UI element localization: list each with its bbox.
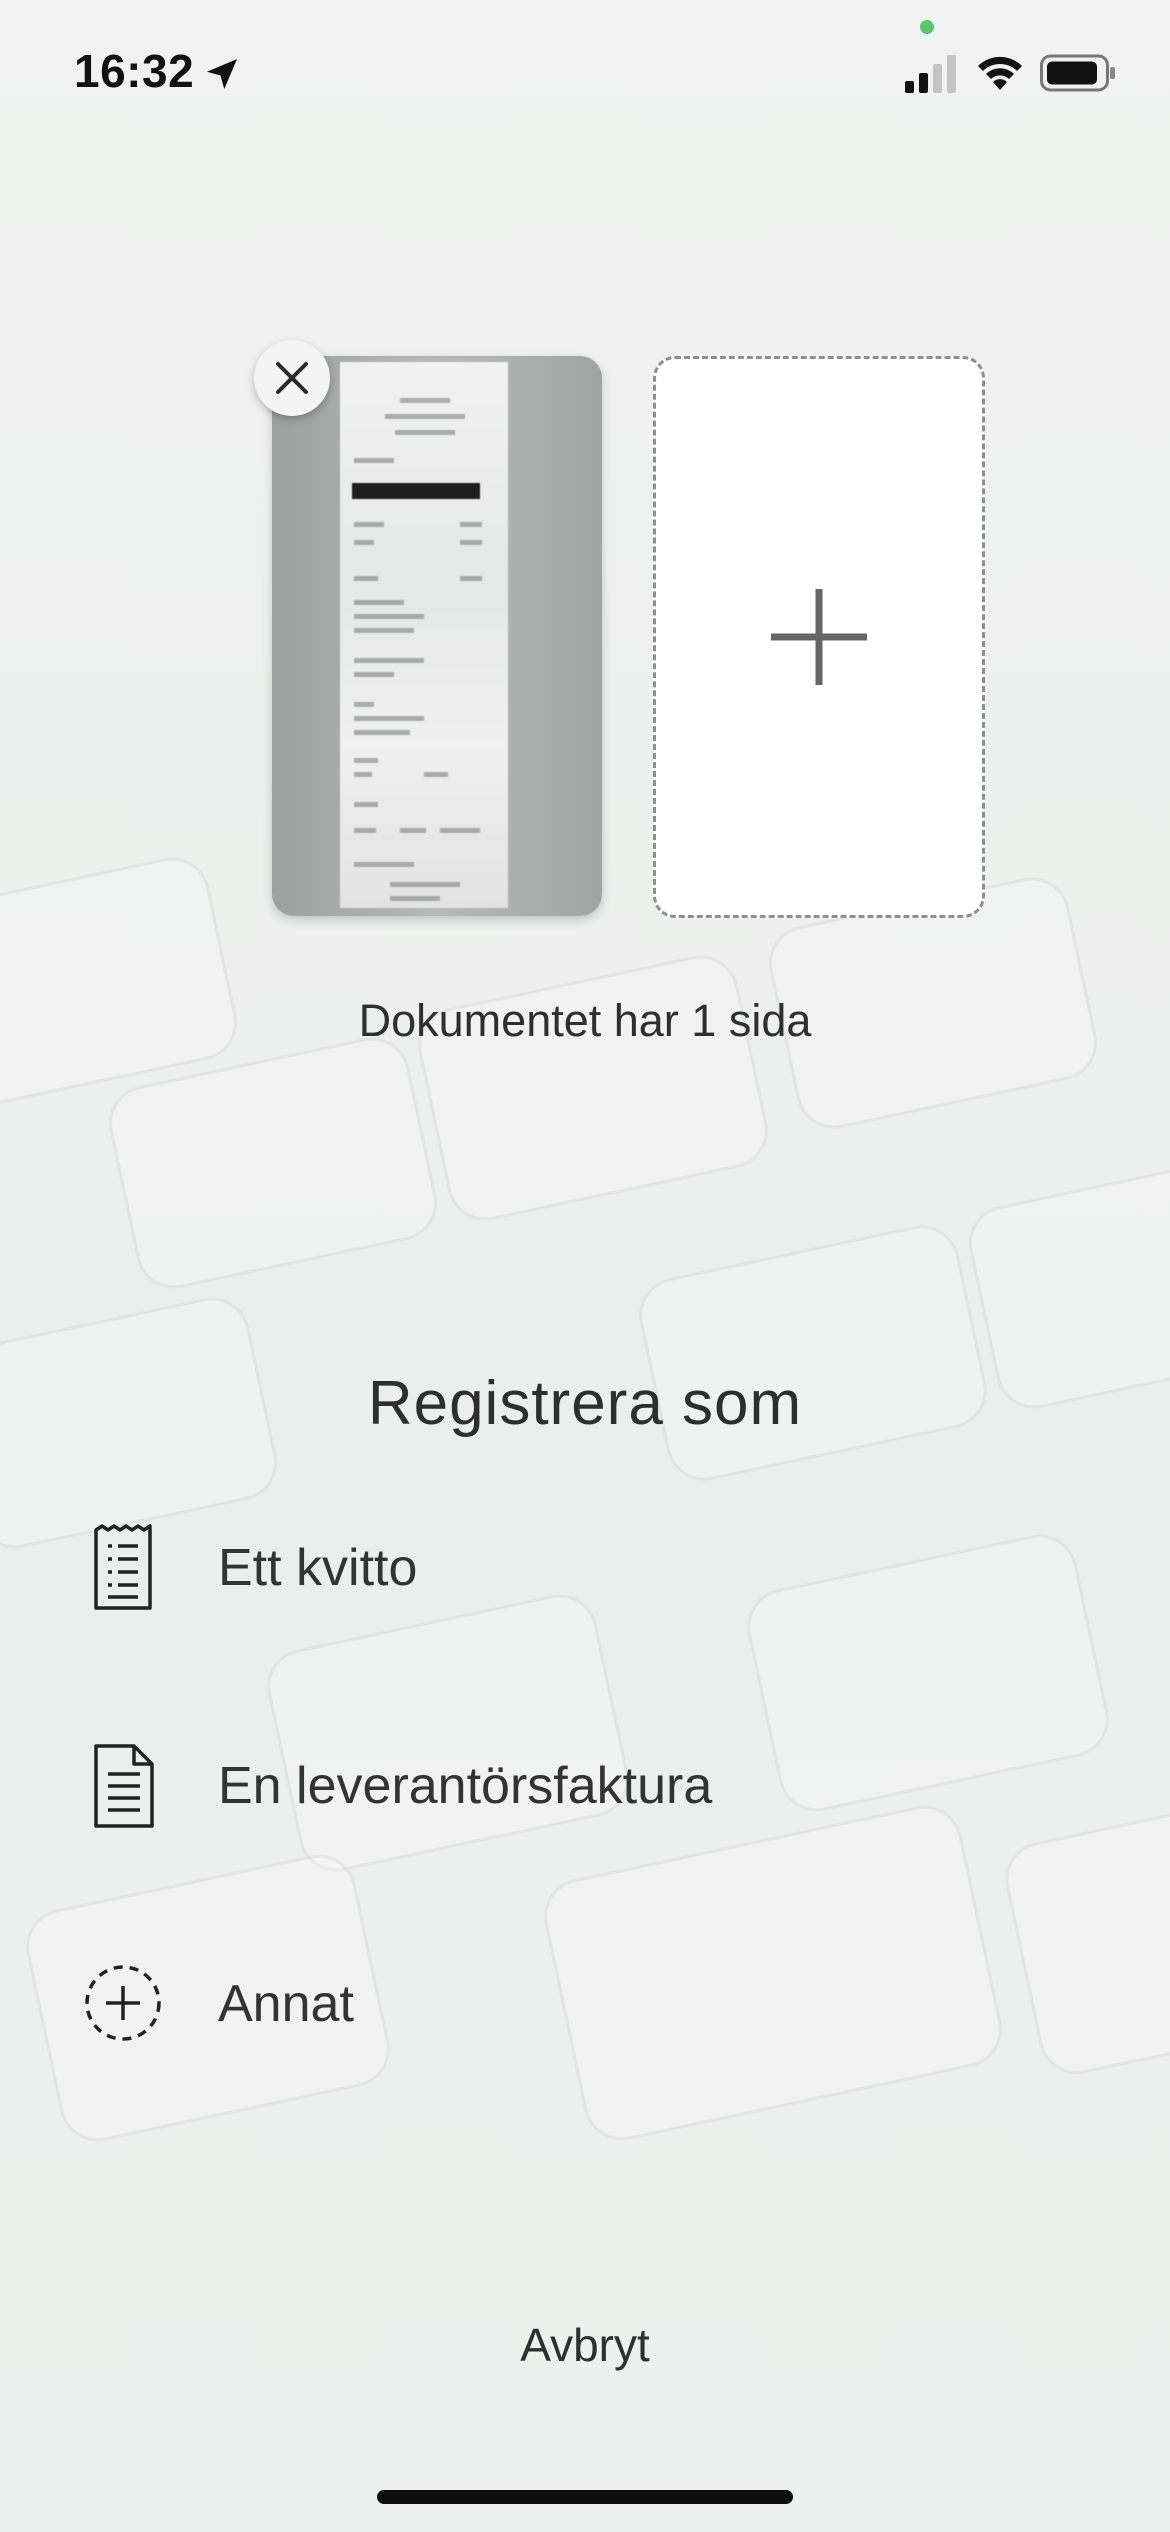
- receipt-icon: [94, 1524, 152, 1610]
- plus-icon: [771, 589, 867, 685]
- status-time: 16:32: [74, 45, 195, 97]
- register-as-title: Registrera som: [367, 1369, 803, 1438]
- close-icon: [276, 362, 308, 394]
- cancel-button[interactable]: Avbryt: [0, 2310, 1170, 2380]
- option-supplier-invoice-label: En leverantörsfaktura: [218, 1757, 713, 1815]
- receipt-image: [340, 362, 508, 908]
- option-receipt-label: Ett kvitto: [218, 1539, 418, 1597]
- location-arrow-icon: [207, 59, 237, 89]
- option-supplier-invoice[interactable]: En leverantörsfaktura: [0, 1710, 1170, 1860]
- battery-icon: [1040, 54, 1115, 92]
- wifi-icon: [978, 56, 1022, 90]
- document-icon: [94, 1744, 154, 1828]
- remove-page-button[interactable]: [254, 340, 330, 416]
- recording-indicator: [920, 20, 934, 34]
- page-thumbnail[interactable]: [272, 356, 602, 916]
- status-bar: 16:32: [0, 0, 1170, 150]
- dashed-plus-circle-icon: [85, 1965, 161, 2041]
- add-page-button[interactable]: [653, 356, 985, 918]
- signal-icon: [905, 55, 956, 93]
- page-count-text: Dokumentet har 1 sida: [358, 995, 812, 1046]
- option-receipt[interactable]: Ett kvitto: [0, 1492, 1170, 1642]
- home-indicator[interactable]: [377, 2490, 793, 2504]
- option-other-label: Annat: [218, 1975, 354, 2033]
- option-other[interactable]: Annat: [0, 1928, 1170, 2078]
